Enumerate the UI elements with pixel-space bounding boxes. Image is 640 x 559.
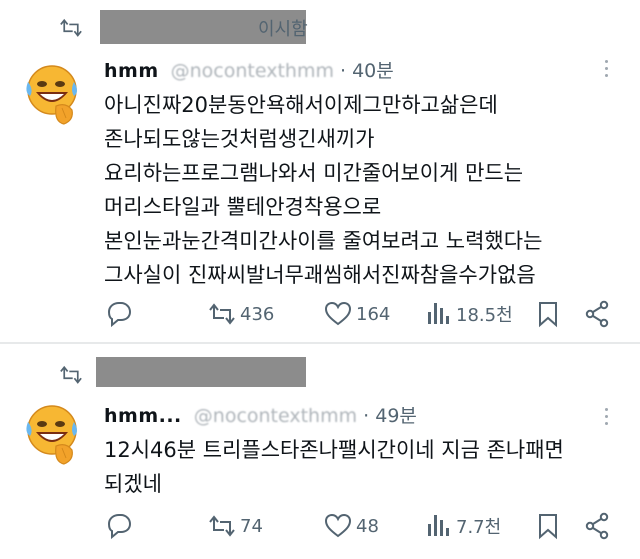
like-icon [325, 514, 351, 537]
like-count: 164 [356, 303, 391, 325]
text-line: 요리하는프로그램나와서 미간줄어보이게 만드는 [104, 161, 524, 185]
separator: · [357, 405, 376, 427]
views-count: 18.5천 [456, 305, 513, 326]
display-name[interactable]: hmm [104, 60, 159, 82]
bookmark-icon [539, 514, 557, 538]
retweet-button[interactable]: 74 [208, 511, 263, 541]
avatar-emoji[interactable] [22, 402, 82, 466]
reply-button[interactable] [104, 299, 132, 329]
action-bar: 436 164 18.5천 [104, 299, 616, 329]
bookmark-button[interactable] [536, 299, 560, 329]
text-line: 그사실이 진짜씨발너무괘씸해서진짜참을수가없음 [104, 263, 536, 287]
user-handle[interactable]: @nocontexthmm [171, 60, 334, 82]
repost-label: 이시함 [258, 19, 308, 40]
display-name[interactable]: hmm... [104, 405, 182, 427]
retweet-button[interactable]: 436 [208, 299, 274, 329]
tweet[interactable]: 이시함 hmm @nocontexthmm · 40분 아니진짜20분동안욕해서이… [0, 0, 640, 342]
retweet-count: 436 [240, 303, 275, 325]
retweet-icon [209, 516, 235, 536]
timestamp[interactable]: 49분 [375, 405, 417, 427]
repost-icon [59, 19, 83, 37]
tweet-meta: hmm @nocontexthmm · 40분 [104, 56, 394, 83]
redacted-name [96, 357, 306, 387]
bookmark-icon [539, 302, 557, 326]
views-button[interactable]: 7.7천 [426, 511, 501, 541]
share-button[interactable] [584, 299, 610, 329]
reply-icon [108, 302, 131, 326]
retweet-icon [209, 304, 235, 324]
share-icon [585, 512, 609, 540]
like-button[interactable]: 164 [324, 299, 390, 329]
views-icon [428, 515, 449, 536]
avatar-emoji[interactable] [22, 62, 82, 126]
like-icon [325, 302, 351, 325]
retweet-count: 74 [240, 515, 263, 537]
tweet-meta: hmm... @nocontexthmm · 49분 [104, 401, 417, 428]
tweet-text: 12시46분 트리플스타존나팰시간이네 지금 존나패면 되겠네 [104, 433, 624, 501]
action-bar: 74 48 7.7천 [104, 511, 616, 541]
user-handle[interactable]: @nocontexthmm [194, 405, 357, 427]
more-icon[interactable] [596, 404, 616, 434]
views-icon [428, 303, 449, 324]
like-count: 48 [356, 515, 379, 537]
repost-icon [59, 366, 83, 384]
tweet-text: 아니진짜20분동안욕해서이제그만하고삶은데 존나되도않는것처럼생긴새끼가 요리하… [104, 88, 624, 292]
timestamp[interactable]: 40분 [352, 60, 394, 82]
views-count: 7.7천 [456, 517, 502, 538]
separator: · [333, 60, 353, 82]
share-button[interactable] [584, 511, 610, 541]
text-line: 본인눈과눈간격미간사이를 줄여보려고 노력했다는 [104, 229, 543, 253]
text-line: 머리스타일과 뿔테안경착용으로 [104, 195, 382, 219]
more-icon[interactable] [596, 56, 616, 86]
tweet[interactable]: hmm... @nocontexthmm · 49분 12시46분 트리플스타존나… [0, 344, 640, 559]
text-line: 12시46분 트리플스타존나팰시간이네 지금 존나패면 [104, 438, 564, 462]
like-button[interactable]: 48 [324, 511, 379, 541]
reply-button[interactable] [104, 511, 132, 541]
reply-icon [108, 514, 131, 538]
text-line: 되겠네 [104, 472, 162, 496]
views-button[interactable]: 18.5천 [426, 299, 513, 329]
text-line: 아니진짜20분동안욕해서이제그만하고삶은데 [104, 93, 498, 117]
text-line: 존나되도않는것처럼생긴새끼가 [104, 127, 375, 151]
bookmark-button[interactable] [536, 511, 560, 541]
share-icon [585, 300, 609, 328]
